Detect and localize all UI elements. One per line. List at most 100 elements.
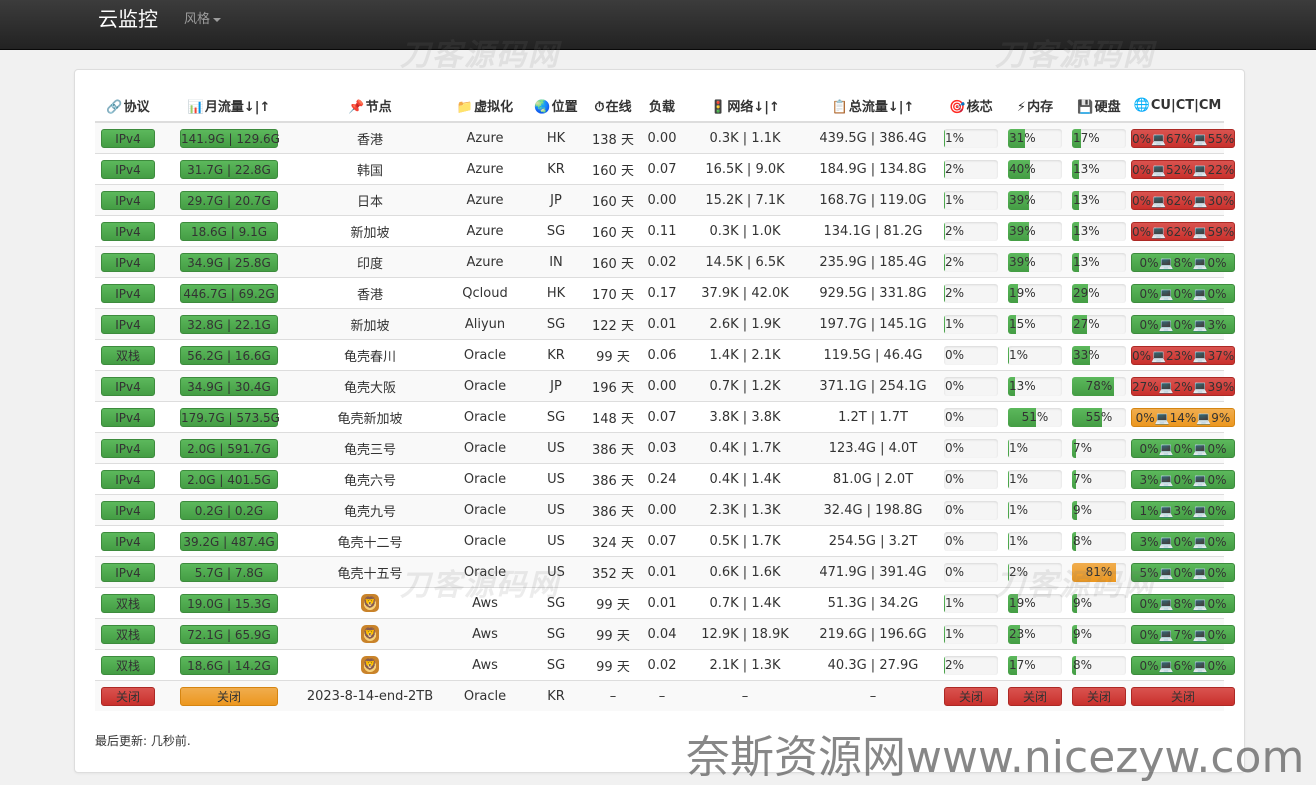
usage-cell: 9% [1067,494,1131,526]
protocol-badge[interactable]: IPv4 [101,283,155,303]
protocol-badge[interactable]: IPv4 [101,128,155,148]
table-row[interactable]: IPv4 446.7G | 69.2G 香港 Qcloud HK 170 天 0.17 37.… [95,277,1235,309]
usage-bar-text: 7% [1073,471,1093,486]
network-speed: 0.3K | 1.0K [683,215,807,247]
offline-badge[interactable]: 关闭 [101,686,155,706]
protocol-badge[interactable]: 双栈 [101,593,155,613]
table-row[interactable]: 双栈 56.2G | 16.6G 龟壳春川 Oracle KR 99 天 0.06 1.4K … [95,339,1235,371]
column-header[interactable]: 📊月流量↓|↑ [161,90,297,123]
table-row[interactable]: IPv4 179.7G | 573.5G 龟壳新加坡 Oracle SG 148 天 0.0… [95,401,1235,433]
protocol-badge[interactable]: IPv4 [101,407,155,427]
monthly-traffic-badge: 34.9G | 30.4G [180,376,278,396]
column-header-label: CU|CT|CM [1150,98,1222,113]
table-row[interactable]: IPv4 2.0G | 591.7G 龟壳三号 Oracle US 386 天 0.03 0.… [95,432,1235,464]
column-header[interactable]: 🔗协议 [95,90,161,123]
column-header[interactable]: 负载 [641,90,683,123]
usage-cell: 1% [1003,463,1067,495]
table-row[interactable]: IPv4 29.7G | 20.7G 日本 Azure JP 160 天 0.00 15.2K… [95,184,1235,216]
table-row[interactable]: IPv4 31.7G | 22.8G 韩国 Azure KR 160 天 0.07 16.5K… [95,153,1235,185]
column-header[interactable]: 📁虚拟化 [443,90,527,123]
isp-latency-cell: 0%💻0%💻3% [1131,308,1235,340]
protocol-badge[interactable]: IPv4 [101,314,155,334]
table-row[interactable]: 双栈 18.6G | 14.2G 🦁 Aws SG 99 天 0.02 2.1K | 1.3K… [95,649,1235,681]
table-row[interactable]: IPv4 32.8G | 22.1G 新加坡 Aliyun SG 122 天 0.01 2.6… [95,308,1235,340]
monthly-traffic-cell: 2.0G | 591.7G [161,432,297,464]
column-header-label: 在线 [605,100,632,115]
protocol-cell: 双栈 [95,618,161,650]
protocol-badge[interactable]: 双栈 [101,345,155,365]
protocol-badge[interactable]: IPv4 [101,190,155,210]
protocol-badge[interactable]: IPv4 [101,252,155,272]
total-traffic: 123.4G | 4.0T [807,432,939,464]
protocol-badge[interactable]: IPv4 [101,562,155,582]
column-header[interactable]: 📌节点 [297,90,443,123]
usage-bar-text: 40% [1009,161,1036,176]
table-row[interactable]: IPv4 141.9G | 129.6G 香港 Azure HK 138 天 0.00 0.3… [95,121,1235,154]
virtualization: Azure [443,121,527,154]
table-row[interactable]: IPv4 34.9G | 25.8G 印度 Azure IN 160 天 0.02 14.5K… [95,246,1235,278]
pushpin-icon: 📌 [348,100,365,115]
uptime: 386 天 [585,432,641,464]
watermark: 刀客源码网 [400,38,560,73]
table-row[interactable]: IPv4 18.6G | 9.1G 新加坡 Azure SG 160 天 0.11 0.3K … [95,215,1235,247]
protocol-badge[interactable]: IPv4 [101,376,155,396]
usage-bar-text: 13% [1073,223,1100,238]
load-value: 0.24 [641,463,683,495]
uptime: 138 天 [585,121,641,154]
protocol-badge[interactable]: IPv4 [101,469,155,489]
table-row-offline[interactable]: 关闭 关闭 2023-8-14-end-2TB Oracle KR – – – – 关闭 关闭 关闭关… [95,680,1235,711]
column-header[interactable]: 💾硬盘 [1067,90,1131,123]
protocol-badge[interactable]: IPv4 [101,500,155,520]
usage-bar: 13% [1072,252,1126,272]
protocol-badge[interactable]: IPv4 [101,438,155,458]
usage-bar-text: 1% [945,130,965,145]
column-header[interactable]: 📋总流量↓|↑ [807,90,939,123]
style-dropdown[interactable]: 风格 [184,11,222,29]
usage-bar: 0% [944,438,998,458]
protocol-badge[interactable]: IPv4 [101,159,155,179]
column-header-label: 虚拟化 [474,100,514,115]
usage-cell: 1% [939,618,1003,650]
protocol-cell: 双栈 [95,649,161,681]
usage-bar: 0% [944,562,998,582]
load-value: 0.00 [641,494,683,526]
table-row[interactable]: IPv4 0.2G | 0.2G 龟壳九号 Oracle US 386 天 0.00 2.3K… [95,494,1235,526]
brand-title[interactable]: 云监控 [98,6,158,32]
offline-traffic-badge: 关闭 [180,686,278,706]
usage-cell: 55% [1067,401,1131,433]
usage-cell: 40% [1003,153,1067,185]
protocol-badge[interactable]: 双栈 [101,624,155,644]
usage-bar: 1% [1008,469,1062,489]
watermark: 刀客源码网 [995,568,1155,603]
node-name: 龟壳大阪 [297,370,443,402]
usage-cell: 0% [939,401,1003,433]
protocol-badge[interactable]: IPv4 [101,531,155,551]
table-row[interactable]: IPv4 34.9G | 30.4G 龟壳大阪 Oracle JP 196 天 0.00 0.… [95,370,1235,402]
table-row[interactable]: 双栈 72.1G | 65.9G 🦁 Aws SG 99 天 0.04 12.9K | 18.… [95,618,1235,650]
column-header[interactable]: 🌐CU|CT|CM [1131,90,1224,123]
offline-badge: 关闭 [1072,686,1126,706]
column-header[interactable]: 🎯核芯 [939,90,1003,123]
table-row[interactable]: IPv4 39.2G | 487.4G 龟壳十二号 Oracle US 324 天 0.07… [95,525,1235,557]
offline-badge: 关闭 [944,686,998,706]
node-name: 龟壳十二号 [297,525,443,557]
column-header[interactable]: 🌏位置 [527,90,585,123]
table-row[interactable]: IPv4 2.0G | 401.5G 龟壳六号 Oracle US 386 天 0.24 0.… [95,463,1235,495]
protocol-badge[interactable]: IPv4 [101,221,155,241]
usage-bar: 8% [1072,531,1126,551]
protocol-badge[interactable]: 双栈 [101,655,155,675]
usage-cell: 8% [1067,649,1131,681]
usage-bar-text: 13% [1073,161,1100,176]
column-header[interactable]: 🚦网络↓|↑ [683,90,807,123]
total-traffic: – [807,680,939,711]
monthly-traffic-cell: 446.7G | 69.2G [161,277,297,309]
column-header[interactable]: ⏱在线 [585,90,641,123]
usage-bar: 23% [1008,624,1062,644]
virtualization: Oracle [443,339,527,371]
usage-bar-text: 0% [945,502,965,517]
column-header[interactable]: ⚡内存 [1003,90,1067,123]
virtualization: Aliyun [443,308,527,340]
network-speed: 15.2K | 7.1K [683,184,807,216]
isp-latency-cell: 0%💻6%💻0% [1131,649,1235,681]
uptime: 386 天 [585,494,641,526]
